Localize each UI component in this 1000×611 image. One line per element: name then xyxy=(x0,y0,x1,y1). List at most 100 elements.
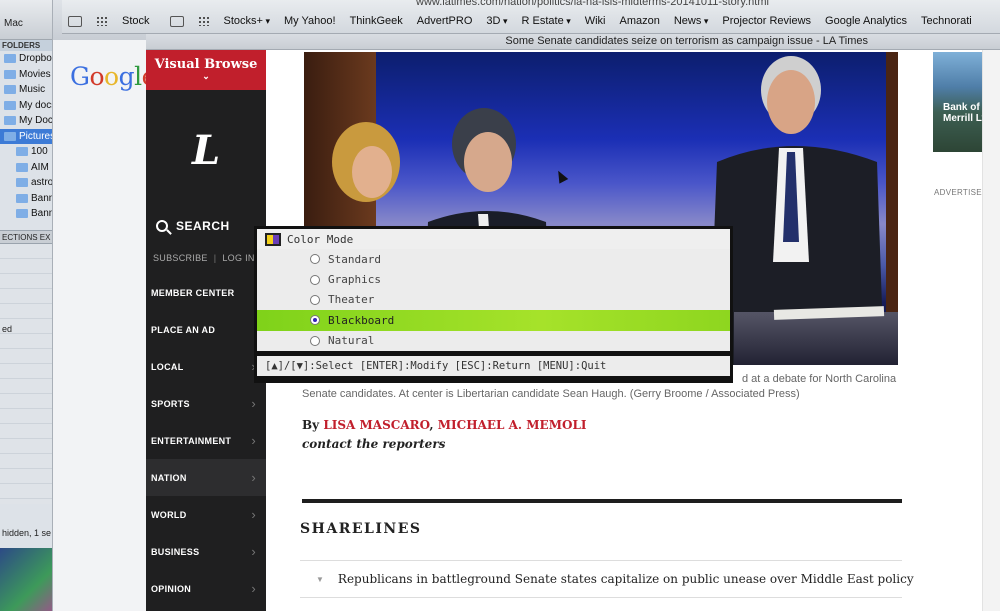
osd-option-theater[interactable]: Theater xyxy=(257,290,730,310)
finder-folder-label: Movies xyxy=(19,68,51,80)
bookmark-item[interactable]: Projector Reviews xyxy=(722,15,811,27)
google-logo-letter: G xyxy=(70,62,90,91)
finder-folder-label: 100 xyxy=(31,146,48,158)
visual-browse-button[interactable]: Visual Browse ⌄ xyxy=(146,50,266,90)
bookmark-item[interactable]: Amazon xyxy=(620,15,660,27)
osd-option-natural[interactable]: Natural xyxy=(257,331,730,351)
radio-button[interactable] xyxy=(310,315,320,326)
finder-toolbar: Mac xyxy=(0,0,59,40)
shareline-text: Republicans in battleground Senate state… xyxy=(337,572,914,586)
finder-folder-item[interactable]: AIM xyxy=(0,160,59,176)
finder-folder-label: Music xyxy=(19,84,46,96)
google-logo[interactable]: Google xyxy=(70,62,156,91)
finder-folder-item[interactable]: Music xyxy=(0,82,59,98)
caret-down-icon[interactable]: ▼ xyxy=(316,575,324,584)
finder-folder-item[interactable]: Movies xyxy=(0,67,59,83)
finder-window: Mac FOLDERS Dropbox Movies Music My docs My … xyxy=(0,0,60,611)
radio-button[interactable] xyxy=(310,294,320,305)
latimes-logo[interactable]: L xyxy=(146,90,266,210)
account-links: SUBSCRIBE | LOG IN xyxy=(146,242,266,274)
bookmark-label: Google Analytics xyxy=(825,15,907,27)
finder-folder-item[interactable]: astro xyxy=(0,175,59,191)
sidebar-item-place-ad[interactable]: PLACE AN AD xyxy=(146,311,266,348)
finder-folder-item[interactable]: My docs xyxy=(0,98,59,114)
sidebar-item-local[interactable]: LOCAL› xyxy=(146,348,266,385)
bookmark-label: R Estate xyxy=(521,15,564,27)
radio-button[interactable] xyxy=(310,335,320,346)
google-logo-letter: o xyxy=(104,62,119,91)
bookmark-stock[interactable]: Stock xyxy=(122,15,150,27)
osd-options: Standard Graphics Theater Blackboard Natural xyxy=(257,249,730,351)
finder-folder-item[interactable]: Bann xyxy=(0,191,59,207)
folder-icon xyxy=(16,193,28,203)
search-icon xyxy=(156,220,168,232)
bookmark-item[interactable]: Technorati xyxy=(921,15,972,27)
bookmark-item[interactable]: AdvertPRO xyxy=(417,15,473,27)
finder-folder-item[interactable]: My Doc xyxy=(0,113,59,129)
bookmark-item[interactable]: Stocks+ ▾ xyxy=(224,15,270,27)
chevron-right-icon: › xyxy=(251,507,256,522)
author-link[interactable]: MICHAEL A. MEMOLI xyxy=(438,418,587,432)
sidebar-item-business[interactable]: BUSINESS › xyxy=(146,533,266,570)
login-link[interactable]: LOG IN xyxy=(222,253,254,263)
radio-button[interactable] xyxy=(310,254,320,265)
finder-folder-item[interactable]: Dropbox xyxy=(0,51,59,67)
bookmark-item[interactable]: ThinkGeek xyxy=(350,15,403,27)
osd-option-label: Blackboard xyxy=(328,313,395,327)
finder-status: hidden, 1 se xyxy=(2,528,52,538)
sidebar-item-opinion[interactable]: OPINION › xyxy=(146,570,266,607)
sidebar-item-label: ENTERTAINMENT xyxy=(151,435,232,446)
osd-option-label: Theater xyxy=(328,293,375,307)
finder-folder-item[interactable]: 100 xyxy=(0,144,59,160)
bookmark-label: News xyxy=(673,15,702,27)
contact-reporters-link[interactable]: contact the reporters xyxy=(302,437,445,451)
finder-folder-label: Bann xyxy=(31,208,55,220)
osd-header: Color Mode xyxy=(257,229,730,249)
osd-option-label: Natural xyxy=(328,334,375,348)
finder-folders-header: FOLDERS xyxy=(0,40,59,51)
bookmark-item[interactable]: My Yahoo! xyxy=(284,15,336,27)
sidebar-item-nation[interactable]: NATION › xyxy=(146,459,266,496)
osd-option-blackboard[interactable]: Blackboard xyxy=(257,310,730,331)
bookmark-item[interactable]: Google Analytics xyxy=(825,15,907,27)
bookmark-item[interactable]: 3D ▾ xyxy=(486,15,507,27)
osd-option-standard[interactable]: Standard xyxy=(257,249,730,269)
subscribe-link[interactable]: SUBSCRIBE xyxy=(153,253,208,263)
book-icon[interactable] xyxy=(169,15,184,27)
bookmark-item[interactable]: R Estate ▾ xyxy=(522,15,571,27)
sidebar-item-label: WORLD xyxy=(151,509,187,520)
osd-option-graphics[interactable]: Graphics xyxy=(257,269,730,289)
grid-icon[interactable] xyxy=(197,16,210,26)
finder-folder-label: My docs xyxy=(19,99,57,111)
sidebar-item-entertainment[interactable]: ENTERTAINMENT › xyxy=(146,422,266,459)
sidebar-item-world[interactable]: WORLD › xyxy=(146,496,266,533)
finder-folder-item[interactable]: Bann xyxy=(0,206,59,222)
chevron-right-icon: › xyxy=(251,581,256,596)
bookmark-label: Stocks+ xyxy=(223,15,263,27)
author-link[interactable]: LISA MASCARO xyxy=(323,418,429,432)
google-logo-letter: o xyxy=(89,62,105,91)
radio-button[interactable] xyxy=(310,274,320,285)
finder-folder-item[interactable]: Pictures xyxy=(0,128,59,144)
separator: | xyxy=(213,253,217,263)
grid-icon[interactable] xyxy=(96,16,108,26)
chevron-down-icon: ▾ xyxy=(262,16,270,26)
address-bar[interactable]: www.latimes.com/nation/politics/la-na-is… xyxy=(146,0,826,10)
bookmark-item[interactable]: Wiki xyxy=(585,15,606,27)
bookmark-label: My Yahoo! xyxy=(283,15,336,27)
chevron-right-icon: › xyxy=(251,396,256,411)
sidebar-item-member-center[interactable]: MEMBER CENTER xyxy=(146,274,266,311)
bookmark-item[interactable]: News ▾ xyxy=(674,15,709,27)
finder-folder-label: Pictures xyxy=(19,130,56,142)
search-button[interactable]: SEARCH xyxy=(146,210,266,242)
finder-file-rows[interactable]: ed xyxy=(0,243,59,504)
search-label: SEARCH xyxy=(176,219,230,233)
folder-icon xyxy=(16,147,28,157)
finder-tabs[interactable]: ECTIONS EX xyxy=(0,229,59,244)
scrollbar[interactable] xyxy=(982,50,1000,611)
book-icon[interactable] xyxy=(68,15,82,27)
finder-side-text: ed xyxy=(2,323,13,334)
shareline-row[interactable]: ▼ Republicans in battleground Senate sta… xyxy=(300,560,914,598)
sidebar-item-sports[interactable]: SPORTS › xyxy=(146,385,266,422)
sidebar-item-label: LOCAL xyxy=(151,361,184,372)
